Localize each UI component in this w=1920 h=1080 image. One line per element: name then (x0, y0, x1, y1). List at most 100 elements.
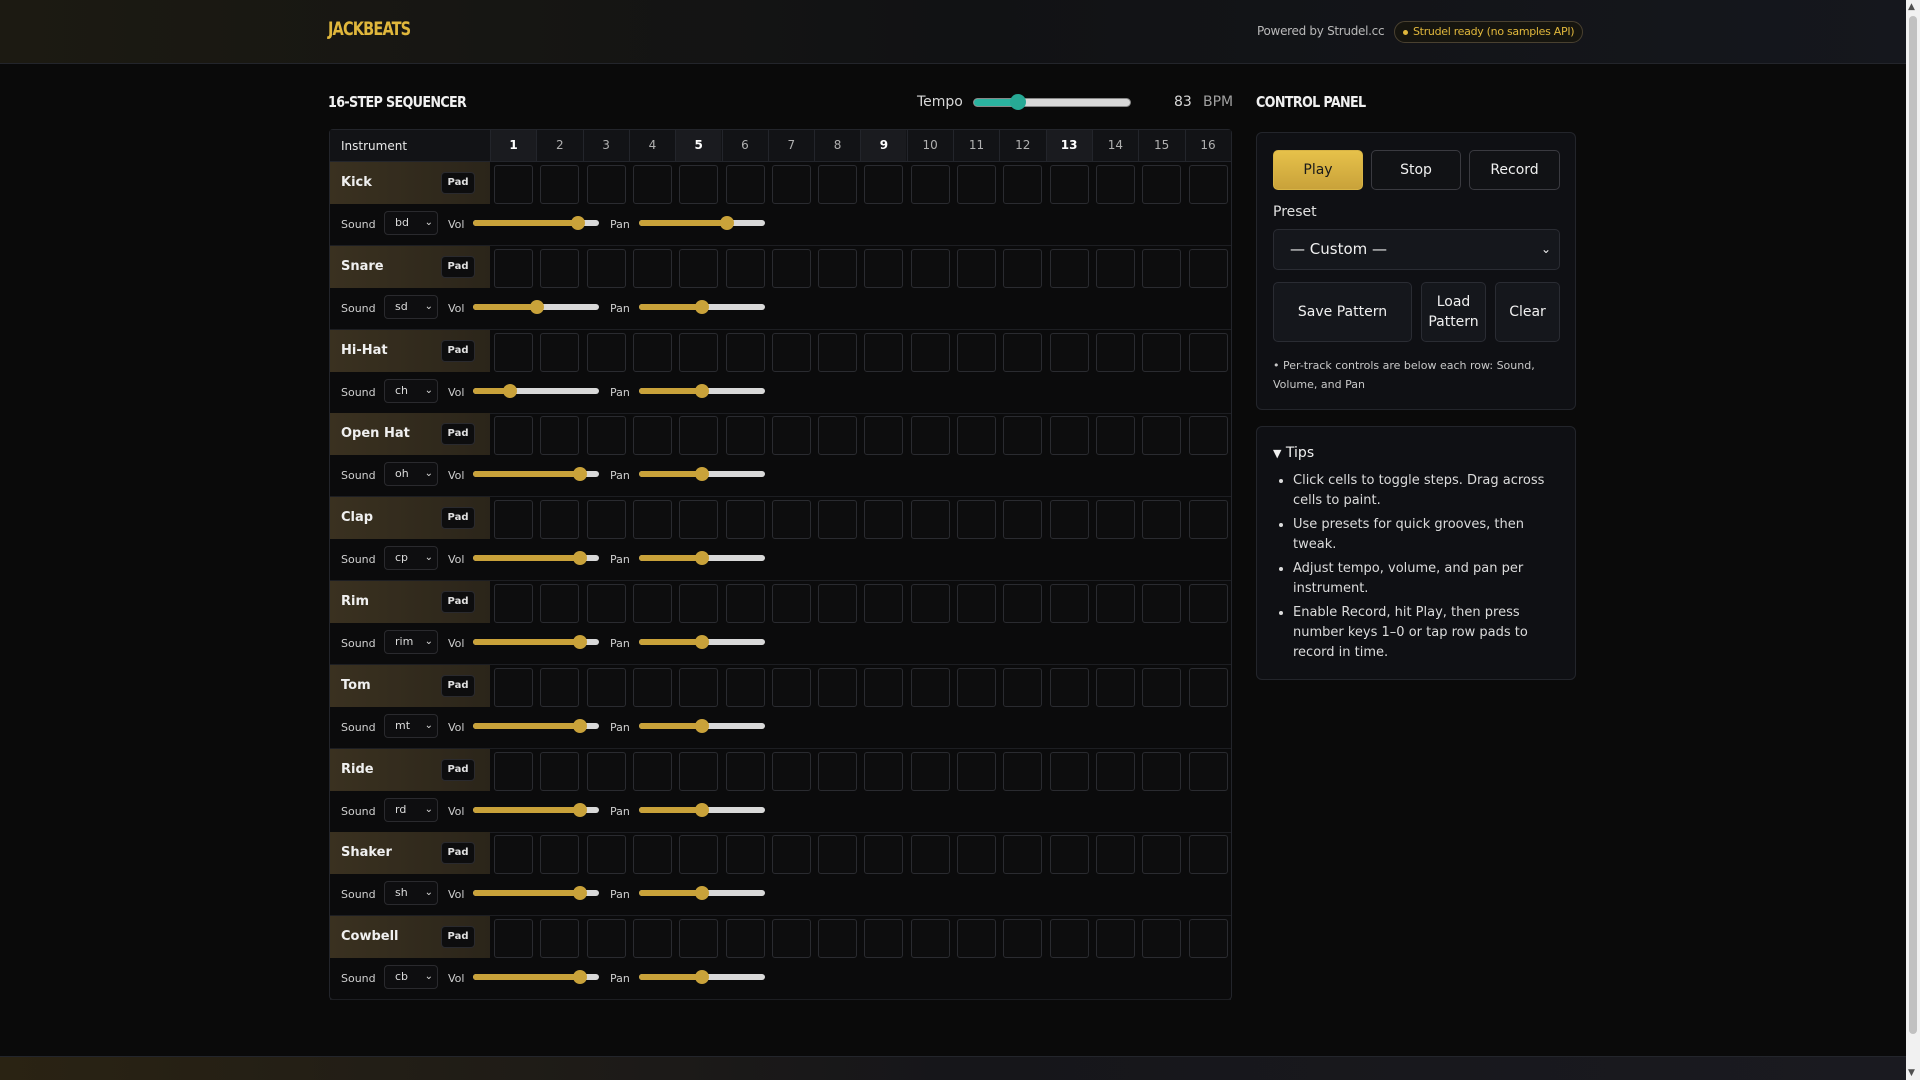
step-cell[interactable] (864, 584, 904, 623)
step-cell[interactable] (632, 584, 672, 623)
step-cell[interactable] (679, 919, 719, 959)
step-cell[interactable] (957, 165, 996, 204)
step-cell[interactable] (771, 751, 811, 791)
step-cell[interactable] (1188, 165, 1228, 204)
volume-slider-thumb[interactable] (573, 718, 588, 733)
step-cell[interactable] (818, 248, 858, 288)
pad-button[interactable]: Pad (441, 339, 475, 362)
pad-button[interactable]: Pad (441, 507, 475, 530)
step-cell[interactable] (1142, 165, 1182, 204)
sound-select[interactable]: sh ⌄ (384, 881, 438, 906)
step-cell[interactable] (1049, 584, 1089, 623)
volume-slider[interactable] (473, 551, 599, 566)
step-cell[interactable] (1188, 919, 1228, 959)
step-cell[interactable] (771, 835, 811, 875)
pad-button[interactable]: Pad (441, 423, 475, 446)
step-cell[interactable] (1188, 751, 1228, 791)
step-cell[interactable] (1049, 416, 1089, 456)
pad-button[interactable]: Pad (441, 591, 475, 613)
pan-slider-thumb[interactable] (695, 635, 709, 649)
volume-slider[interactable] (473, 635, 599, 649)
step-cell[interactable] (586, 248, 626, 288)
step-cell[interactable] (632, 248, 672, 288)
step-cell[interactable] (586, 332, 626, 372)
step-cell[interactable] (725, 667, 765, 707)
step-cell[interactable] (864, 500, 904, 540)
pad-button[interactable]: Pad (441, 758, 475, 781)
step-cell[interactable] (586, 835, 626, 875)
step-cell[interactable] (1142, 500, 1182, 540)
step-cell[interactable] (725, 248, 765, 288)
step-cell[interactable] (864, 248, 904, 288)
scroll-down-arrow-icon[interactable]: ▼ (1908, 1068, 1915, 1078)
app-logo[interactable]: JACKBEATS (328, 18, 411, 40)
step-cell[interactable] (679, 667, 719, 707)
scrollbar-thumb[interactable] (1909, 16, 1917, 1034)
step-cell[interactable] (957, 500, 996, 540)
volume-slider-thumb[interactable] (530, 299, 545, 314)
step-cell[interactable] (586, 584, 626, 623)
step-cell[interactable] (1095, 584, 1135, 623)
step-cell[interactable] (957, 667, 996, 707)
step-cell[interactable] (725, 500, 765, 540)
step-cell[interactable] (494, 165, 533, 204)
step-cell[interactable] (586, 500, 626, 540)
sound-select[interactable]: ch ⌄ (384, 378, 438, 403)
step-cell[interactable] (540, 500, 580, 540)
step-cell[interactable] (494, 248, 533, 288)
step-cell[interactable] (679, 500, 719, 540)
step-cell[interactable] (957, 919, 996, 959)
step-cell[interactable] (1142, 751, 1182, 791)
step-cell[interactable] (1188, 835, 1228, 875)
pad-button[interactable]: Pad (441, 674, 475, 697)
step-cell[interactable] (910, 919, 950, 959)
volume-slider[interactable] (473, 299, 599, 314)
step-cell[interactable] (586, 667, 626, 707)
step-cell[interactable] (1049, 919, 1089, 959)
step-cell[interactable] (1142, 416, 1182, 456)
step-cell[interactable] (1095, 416, 1135, 456)
step-cell[interactable] (910, 332, 950, 372)
step-cell[interactable] (771, 667, 811, 707)
step-cell[interactable] (1095, 500, 1135, 540)
step-cell[interactable] (540, 667, 580, 707)
step-cell[interactable] (494, 835, 533, 875)
step-cell[interactable] (725, 332, 765, 372)
volume-slider-thumb[interactable] (573, 802, 588, 817)
step-cell[interactable] (632, 416, 672, 456)
step-cell[interactable] (540, 248, 580, 288)
pan-slider[interactable] (639, 551, 765, 566)
volume-slider-thumb[interactable] (573, 551, 588, 566)
step-cell[interactable] (540, 751, 580, 791)
step-cell[interactable] (771, 919, 811, 959)
step-cell[interactable] (1049, 332, 1089, 372)
sound-select[interactable]: cp ⌄ (384, 546, 438, 571)
step-cell[interactable] (957, 332, 996, 372)
step-cell[interactable] (864, 667, 904, 707)
preset-select[interactable]: — Custom — ⌄ (1273, 229, 1560, 270)
step-cell[interactable] (910, 416, 950, 456)
pan-slider-thumb[interactable] (695, 467, 709, 482)
step-cell[interactable] (1095, 835, 1135, 875)
step-cell[interactable] (1049, 667, 1089, 707)
step-cell[interactable] (818, 835, 858, 875)
step-cell[interactable] (725, 416, 765, 456)
step-cell[interactable] (1095, 248, 1135, 288)
step-cell[interactable] (679, 835, 719, 875)
step-cell[interactable] (1003, 584, 1043, 623)
step-cell[interactable] (771, 248, 811, 288)
pan-slider[interactable] (639, 802, 765, 817)
tips-toggle[interactable]: ▼ Tips (1273, 445, 1314, 461)
volume-slider[interactable] (473, 970, 599, 985)
pan-slider[interactable] (639, 718, 765, 733)
volume-slider-thumb[interactable] (573, 970, 588, 985)
step-cell[interactable] (679, 416, 719, 456)
step-cell[interactable] (957, 248, 996, 288)
step-cell[interactable] (494, 584, 533, 623)
step-cell[interactable] (910, 500, 950, 540)
step-cell[interactable] (957, 416, 996, 456)
step-cell[interactable] (679, 248, 719, 288)
volume-slider[interactable] (473, 216, 599, 230)
step-cell[interactable] (818, 584, 858, 623)
step-cell[interactable] (1003, 165, 1043, 204)
